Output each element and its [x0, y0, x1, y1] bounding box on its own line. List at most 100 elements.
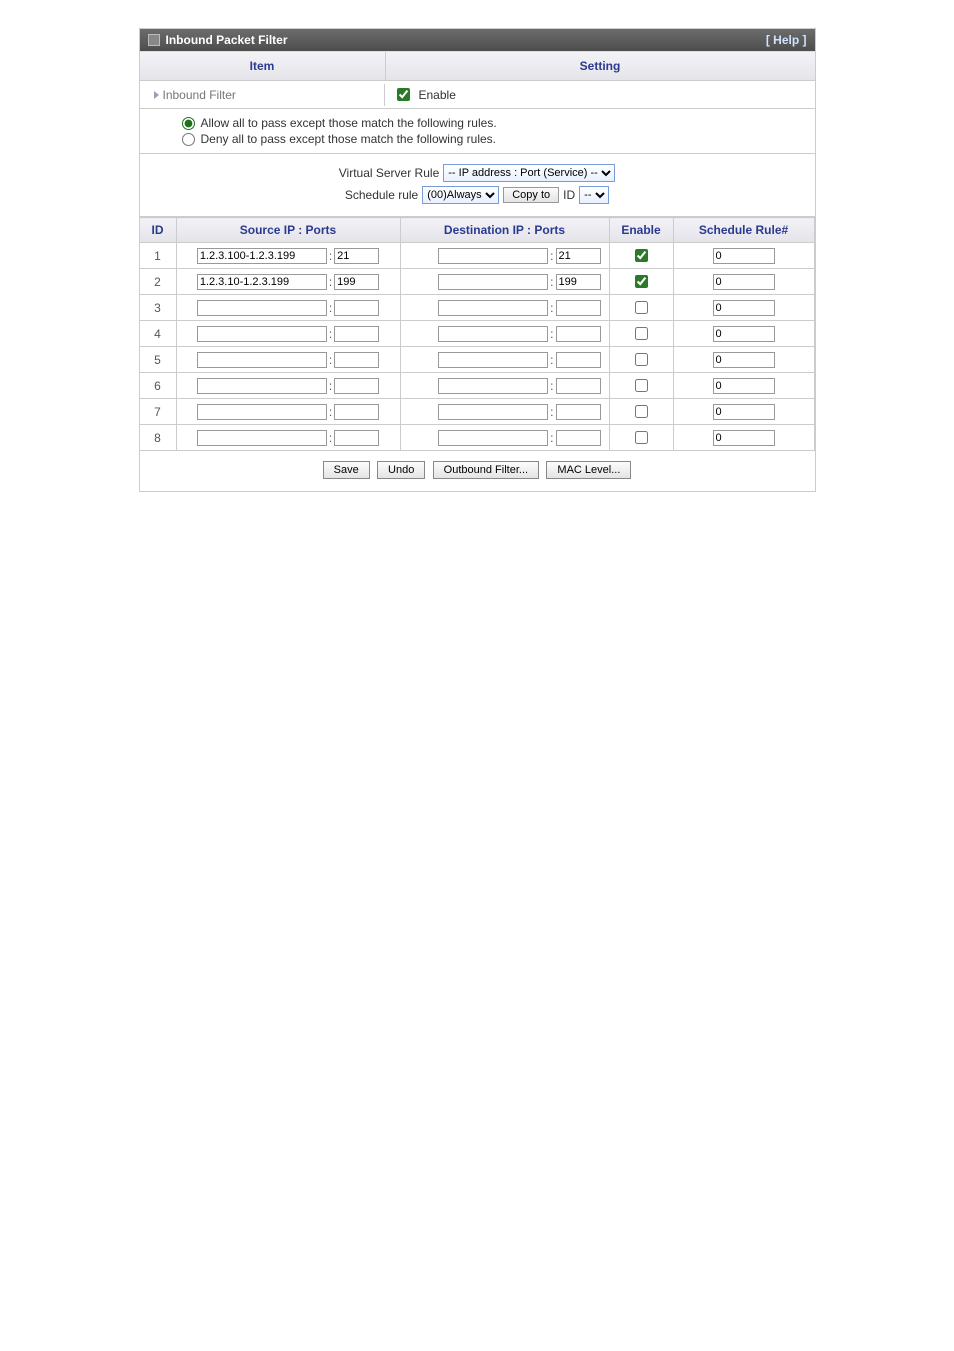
mac-button[interactable]: MAC Level...: [546, 461, 631, 479]
dest-port-input[interactable]: [556, 326, 601, 342]
table-row: 3::: [140, 295, 815, 321]
schedule-rule-input[interactable]: [713, 404, 775, 420]
source-ip-input[interactable]: [197, 352, 327, 368]
source-port-input[interactable]: [334, 378, 379, 394]
inbound-packet-filter-panel: Inbound Packet Filter [ Help ] Item Sett…: [139, 28, 816, 492]
th-id: ID: [140, 218, 177, 243]
dest-port-input[interactable]: [556, 274, 601, 290]
dest-ip-input[interactable]: [438, 300, 548, 316]
dest-ip-input[interactable]: [438, 352, 548, 368]
item-setting-header: Item Setting: [140, 51, 815, 81]
panel-icon: [148, 34, 160, 46]
th-en: Enable: [609, 218, 673, 243]
schedule-rule-input[interactable]: [713, 378, 775, 394]
inbound-enable-label: Enable: [419, 88, 456, 102]
source-ip-input[interactable]: [197, 404, 327, 420]
help-link[interactable]: [ Help ]: [766, 33, 807, 47]
sched-label: Schedule rule: [345, 188, 418, 202]
source-port-input[interactable]: [334, 326, 379, 342]
rule-enable-checkbox[interactable]: [635, 405, 648, 418]
dest-port-input[interactable]: [556, 378, 601, 394]
dest-ip-input[interactable]: [438, 274, 548, 290]
policy-allow-radio[interactable]: [182, 117, 195, 130]
policy-deny-radio[interactable]: [182, 133, 195, 146]
source-ip-input[interactable]: [197, 378, 327, 394]
dest-ip-input[interactable]: [438, 404, 548, 420]
inbound-filter-label: Inbound Filter: [140, 84, 385, 106]
inbound-enable-checkbox[interactable]: [397, 88, 410, 101]
dest-ip-input[interactable]: [438, 378, 548, 394]
rule-enable-checkbox[interactable]: [635, 249, 648, 262]
row-id: 4: [140, 321, 177, 347]
dest-ip-input[interactable]: [438, 430, 548, 446]
triangle-icon: [154, 91, 159, 99]
policy-block: Allow all to pass except those match the…: [140, 109, 815, 154]
sched-select[interactable]: (00)Always: [422, 186, 499, 204]
copy-to-button[interactable]: Copy to: [503, 187, 559, 203]
source-ip-input[interactable]: [197, 300, 327, 316]
outbound-button[interactable]: Outbound Filter...: [433, 461, 539, 479]
row-id: 3: [140, 295, 177, 321]
inbound-filter-row: Inbound Filter Enable: [140, 81, 815, 109]
copy-id-select[interactable]: --: [579, 186, 609, 204]
table-row: 8::: [140, 425, 815, 451]
table-row: 4::: [140, 321, 815, 347]
source-port-input[interactable]: [334, 404, 379, 420]
vsr-select[interactable]: -- IP address : Port (Service) --: [443, 164, 615, 182]
schedule-rule-input[interactable]: [713, 352, 775, 368]
source-ip-input[interactable]: [197, 430, 327, 446]
vsr-block: Virtual Server Rule -- IP address : Port…: [140, 154, 815, 217]
save-button[interactable]: Save: [323, 461, 370, 479]
th-src: Source IP : Ports: [176, 218, 400, 243]
schedule-rule-input[interactable]: [713, 430, 775, 446]
dest-ip-input[interactable]: [438, 326, 548, 342]
row-id: 1: [140, 243, 177, 269]
table-row: 5::: [140, 347, 815, 373]
row-id: 5: [140, 347, 177, 373]
row-id: 6: [140, 373, 177, 399]
row-id: 7: [140, 399, 177, 425]
rule-enable-checkbox[interactable]: [635, 275, 648, 288]
column-setting: Setting: [386, 52, 815, 80]
panel-titlebar: Inbound Packet Filter [ Help ]: [140, 29, 815, 51]
rule-enable-checkbox[interactable]: [635, 327, 648, 340]
dest-port-input[interactable]: [556, 404, 601, 420]
source-port-input[interactable]: [334, 248, 379, 264]
rule-enable-checkbox[interactable]: [635, 379, 648, 392]
policy-deny-label: Deny all to pass except those match the …: [201, 132, 497, 146]
table-row: 1::: [140, 243, 815, 269]
dest-port-input[interactable]: [556, 352, 601, 368]
source-port-input[interactable]: [334, 352, 379, 368]
column-item: Item: [140, 52, 386, 80]
schedule-rule-input[interactable]: [713, 300, 775, 316]
button-bar: Save Undo Outbound Filter... MAC Level..…: [140, 451, 815, 491]
table-row: 2::: [140, 269, 815, 295]
schedule-rule-input[interactable]: [713, 326, 775, 342]
row-id: 2: [140, 269, 177, 295]
row-id: 8: [140, 425, 177, 451]
rules-table: ID Source IP : Ports Destination IP : Po…: [140, 217, 815, 451]
copy-id-label: ID: [563, 188, 575, 202]
dest-port-input[interactable]: [556, 300, 601, 316]
source-ip-input[interactable]: [197, 248, 327, 264]
dest-ip-input[interactable]: [438, 248, 548, 264]
policy-allow-label: Allow all to pass except those match the…: [201, 116, 497, 130]
panel-title: Inbound Packet Filter: [166, 33, 288, 47]
source-port-input[interactable]: [334, 430, 379, 446]
source-port-input[interactable]: [334, 300, 379, 316]
table-row: 7::: [140, 399, 815, 425]
source-ip-input[interactable]: [197, 326, 327, 342]
undo-button[interactable]: Undo: [377, 461, 425, 479]
dest-port-input[interactable]: [556, 248, 601, 264]
source-ip-input[interactable]: [197, 274, 327, 290]
th-sched: Schedule Rule#: [673, 218, 814, 243]
table-row: 6::: [140, 373, 815, 399]
rule-enable-checkbox[interactable]: [635, 353, 648, 366]
source-port-input[interactable]: [334, 274, 379, 290]
schedule-rule-input[interactable]: [713, 274, 775, 290]
dest-port-input[interactable]: [556, 430, 601, 446]
th-dst: Destination IP : Ports: [400, 218, 609, 243]
rule-enable-checkbox[interactable]: [635, 431, 648, 444]
rule-enable-checkbox[interactable]: [635, 301, 648, 314]
schedule-rule-input[interactable]: [713, 248, 775, 264]
